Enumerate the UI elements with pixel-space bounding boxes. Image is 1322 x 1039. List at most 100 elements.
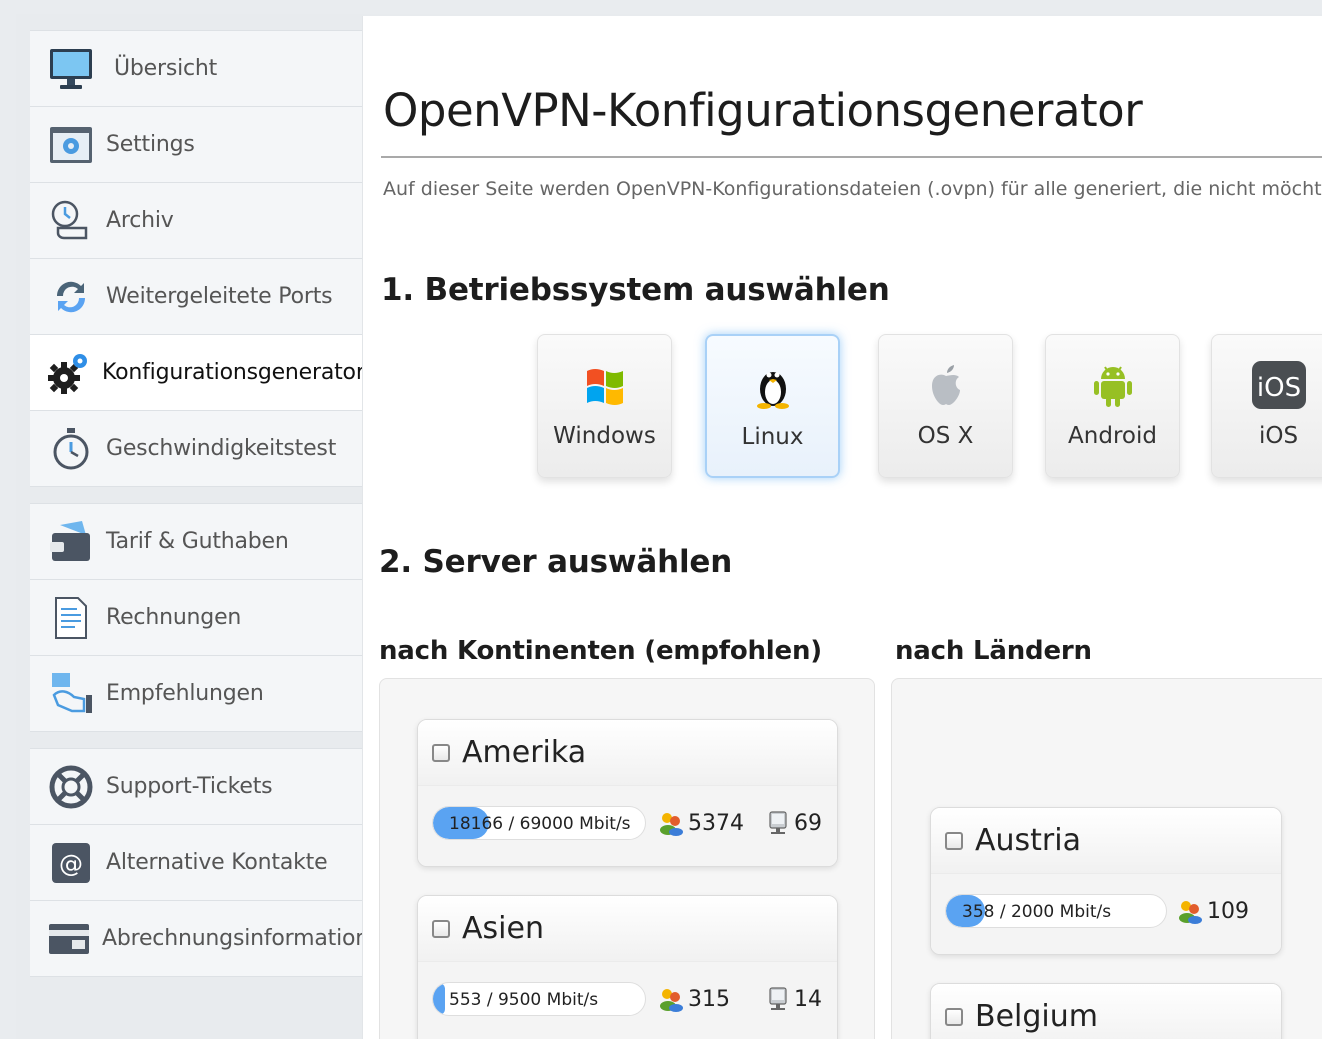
amerika-checkbox[interactable] [432,743,450,762]
sidebar-item-empfehlungen[interactable]: Empfehlungen [30,656,363,732]
users-count: 315 [688,986,730,1012]
nav-group-billing: Tarif & Guthaben Rechnungen Empfehlungen [30,503,363,732]
nav-separator [30,487,363,503]
sidebar-item-label: Weitergeleitete Ports [106,284,333,309]
os-button-osx[interactable]: OS X [878,334,1013,478]
sidebar-item-ports[interactable]: Weitergeleitete Ports [30,259,363,335]
card-title: Amerika [462,735,587,770]
svg-text:@: @ [59,850,83,878]
sidebar-item-label: Übersicht [114,56,218,81]
card-title: Asien [462,911,544,946]
step1-heading: 1. Betriebssystem auswählen [381,272,890,308]
users-icon [658,986,684,1012]
linux-penguin-icon [753,362,793,410]
sidebar-item-konfigurationsgenerator[interactable]: Konfigurationsgenerator [30,335,365,411]
archive-clock-icon [46,196,96,246]
os-button-linux[interactable]: Linux [705,334,840,478]
server-card-amerika[interactable]: Amerika 18166 / 69000 Mbit/s 5374 69 [417,719,838,867]
servers-stat: 69 [766,810,822,836]
card-header: Amerika [418,720,837,786]
sidebar-item-label: Archiv [106,208,174,233]
sidebar-item-label: Abrechnungsinformationen [102,926,397,951]
sidebar-item-label: Konfigurationsgenerator [102,360,365,385]
bandwidth-bar: 553 / 9500 Mbit/s [432,982,646,1016]
bandwidth-total: / 2000 Mbit/s [994,902,1112,922]
os-button-ios[interactable]: iOS iOS [1211,334,1322,478]
lifebuoy-icon [46,762,96,812]
billing-card-icon [46,914,92,964]
step2-heading: 2. Server auswählen [379,544,733,580]
sidebar-item-label: Support-Tickets [106,774,273,799]
bandwidth-used: 358 [962,902,995,922]
sidebar-item-label: Alternative Kontakte [106,850,328,875]
servers-count: 14 [794,986,822,1012]
bandwidth-text: 358 / 2000 Mbit/s [962,902,1111,922]
belgium-checkbox[interactable] [945,1007,963,1026]
sidebar-item-settings[interactable]: Settings [30,107,363,183]
os-button-windows[interactable]: Windows [537,334,672,478]
sidebar-item-label: Rechnungen [106,605,242,630]
sidebar-item-label: Geschwindigkeitstest [106,436,337,461]
countries-panel: Austria 358 / 2000 Mbit/s 109 Belgium [891,678,1322,1039]
servers-count: 69 [794,810,822,836]
wallet-icon [46,517,96,567]
os-label: Linux [741,424,804,450]
card-stats: 358 / 2000 Mbit/s 109 [931,874,1281,954]
users-icon [658,810,684,836]
card-header: Austria [931,808,1281,874]
monitor-icon [46,44,96,94]
bandwidth-total: / 9500 Mbit/s [481,990,599,1010]
android-robot-icon [1091,361,1135,409]
users-stat: 315 [658,986,730,1012]
apple-logo-icon [927,361,965,409]
stopwatch-icon [46,424,96,474]
asien-checkbox[interactable] [432,919,450,938]
server-icon [766,810,790,836]
sidebar-item-geschwindigkeitstest[interactable]: Geschwindigkeitstest [30,411,363,487]
server-card-austria[interactable]: Austria 358 / 2000 Mbit/s 109 [930,807,1282,955]
server-icon [766,986,790,1012]
nav-group-main: Übersicht Settings Archiv Weitergeleitet… [30,30,365,487]
svg-text:iOS: iOS [1256,373,1300,403]
users-stat: 5374 [658,810,744,836]
referral-hand-icon [46,669,96,719]
bandwidth-used: 18166 [449,814,504,834]
austria-checkbox[interactable] [945,831,963,850]
intro-text: Auf dieser Seite werden OpenVPN-Konfigur… [383,178,1322,200]
sidebar-item-rechnungen[interactable]: Rechnungen [30,580,363,656]
bandwidth-bar: 358 / 2000 Mbit/s [945,894,1167,928]
server-card-belgium[interactable]: Belgium [930,983,1282,1039]
os-label: OS X [917,423,974,449]
sidebar-item-label: Empfehlungen [106,681,264,706]
server-card-asien[interactable]: Asien 553 / 9500 Mbit/s 315 14 [417,895,838,1039]
continents-panel: Amerika 18166 / 69000 Mbit/s 5374 69 Asi… [379,678,875,1039]
page-title: OpenVPN-Konfigurationsgenerator [383,84,1143,137]
sidebar-item-archiv[interactable]: Archiv [30,183,363,259]
sidebar-item-abrechnungsinformationen[interactable]: Abrechnungsinformationen [30,901,396,977]
sidebar-item-tarif[interactable]: Tarif & Guthaben [30,504,363,580]
users-stat: 109 [1177,898,1249,924]
users-count: 5374 [688,810,744,836]
bandwidth-bar: 18166 / 69000 Mbit/s [432,806,646,840]
bandwidth-total: / 69000 Mbit/s [503,814,631,834]
sidebar-item-support[interactable]: Support-Tickets [30,749,363,825]
sidebar-item-uebersicht[interactable]: Übersicht [30,31,363,107]
settings-window-icon [46,120,96,170]
sidebar-item-label: Tarif & Guthaben [106,529,289,554]
bandwidth-used: 553 [449,990,482,1010]
ios-logo-icon: iOS [1251,361,1307,409]
bandwidth-fill [433,983,446,1015]
bandwidth-text: 553 / 9500 Mbit/s [449,990,598,1010]
refresh-arrows-icon [46,272,96,322]
nav-group-support: Support-Tickets @ Alternative Kontakte A… [30,748,396,977]
card-stats: 18166 / 69000 Mbit/s 5374 69 [418,786,837,866]
card-title: Austria [975,823,1081,858]
os-label: iOS [1258,423,1299,449]
sidebar-item-alternative-kontakte[interactable]: @ Alternative Kontakte [30,825,363,901]
bandwidth-text: 18166 / 69000 Mbit/s [449,814,631,834]
gears-icon [46,348,92,398]
sidebar-nav: Übersicht Settings Archiv Weitergeleitet… [30,30,396,977]
main-panel: OpenVPN-Konfigurationsgenerator Auf dies… [362,16,1322,1039]
users-count: 109 [1207,898,1249,924]
os-button-android[interactable]: Android [1045,334,1180,478]
